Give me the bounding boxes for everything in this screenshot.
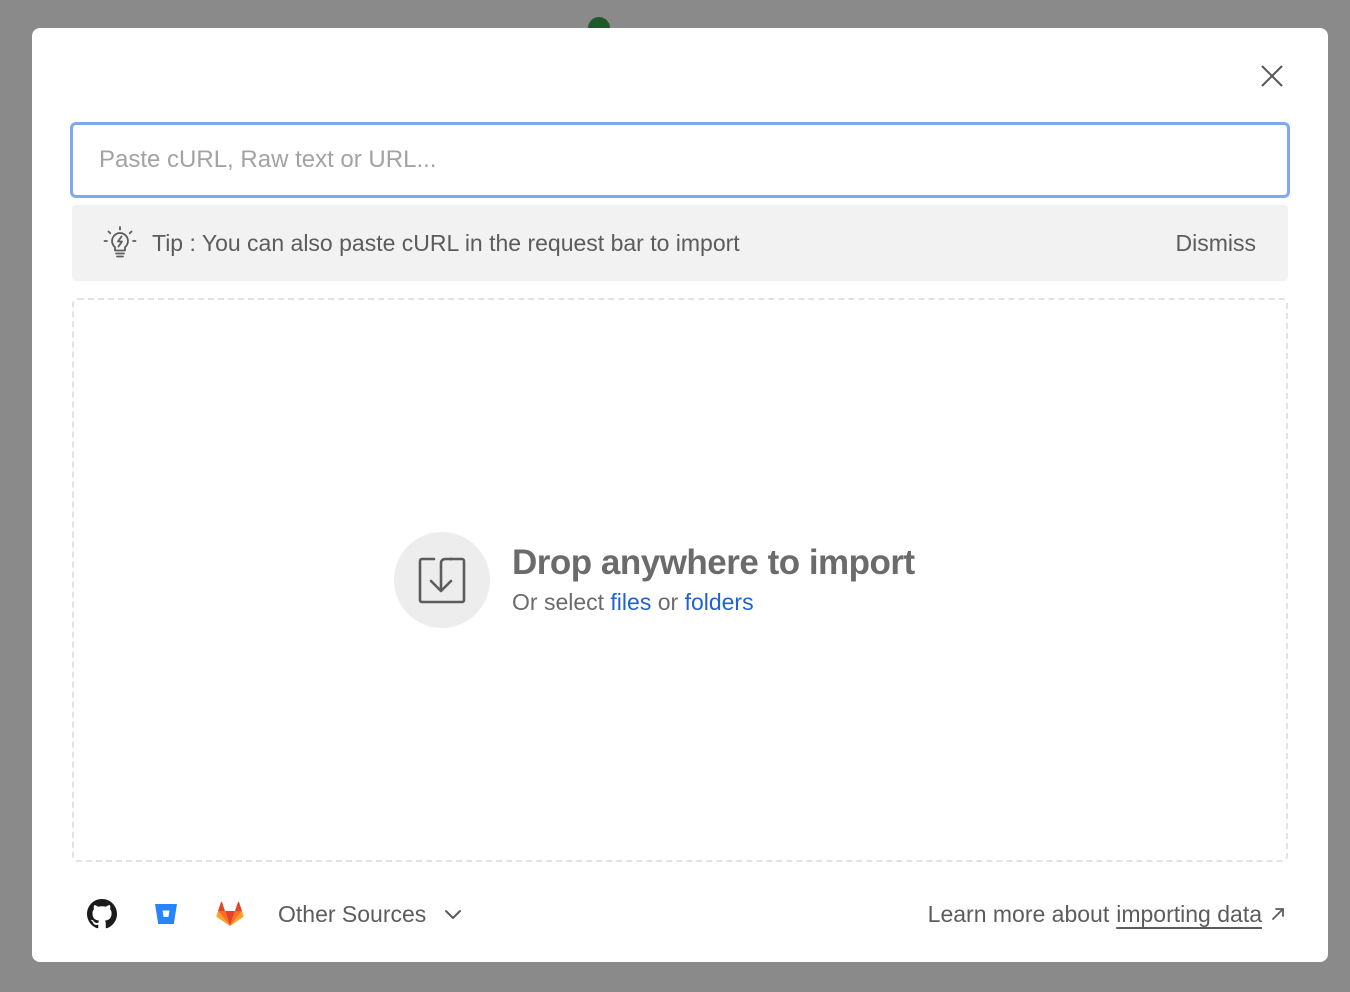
drop-sub-or: or	[657, 589, 679, 615]
import-modal: Tip : You can also paste cURL in the req…	[32, 28, 1328, 962]
close-icon	[1261, 65, 1283, 87]
select-files-link[interactable]: files	[610, 589, 651, 615]
import-input[interactable]	[70, 122, 1290, 198]
close-button[interactable]	[1258, 62, 1286, 90]
gitlab-icon[interactable]	[214, 898, 246, 930]
learn-more-prefix: Learn more about	[927, 900, 1110, 927]
external-link-icon	[1270, 906, 1286, 922]
tip-text: Tip : You can also paste cURL in the req…	[152, 229, 740, 256]
importing-data-link[interactable]: importing data	[1116, 901, 1262, 928]
import-icon	[394, 532, 490, 628]
github-icon[interactable]	[86, 898, 118, 930]
other-sources-dropdown[interactable]: Other Sources	[278, 901, 462, 928]
drop-title: Drop anywhere to import	[512, 543, 915, 582]
import-footer: Other Sources Learn more about importing…	[86, 894, 1286, 934]
bitbucket-icon[interactable]	[150, 898, 182, 930]
drop-subtitle: Or select files or folders	[512, 587, 915, 617]
other-sources-label: Other Sources	[278, 900, 427, 927]
drop-text: Drop anywhere to import Or select files …	[512, 543, 915, 617]
drop-prompt: Drop anywhere to import Or select files …	[394, 532, 915, 628]
drop-zone[interactable]: Drop anywhere to import Or select files …	[72, 298, 1288, 862]
learn-more: Learn more about importing data	[928, 894, 1286, 934]
drop-sub-prefix: Or select	[512, 589, 605, 615]
lightbulb-icon	[102, 225, 138, 261]
dismiss-button[interactable]: Dismiss	[1176, 230, 1257, 257]
tip-banner: Tip : You can also paste cURL in the req…	[72, 205, 1288, 281]
chevron-down-icon	[444, 908, 462, 920]
select-folders-link[interactable]: folders	[685, 589, 754, 615]
